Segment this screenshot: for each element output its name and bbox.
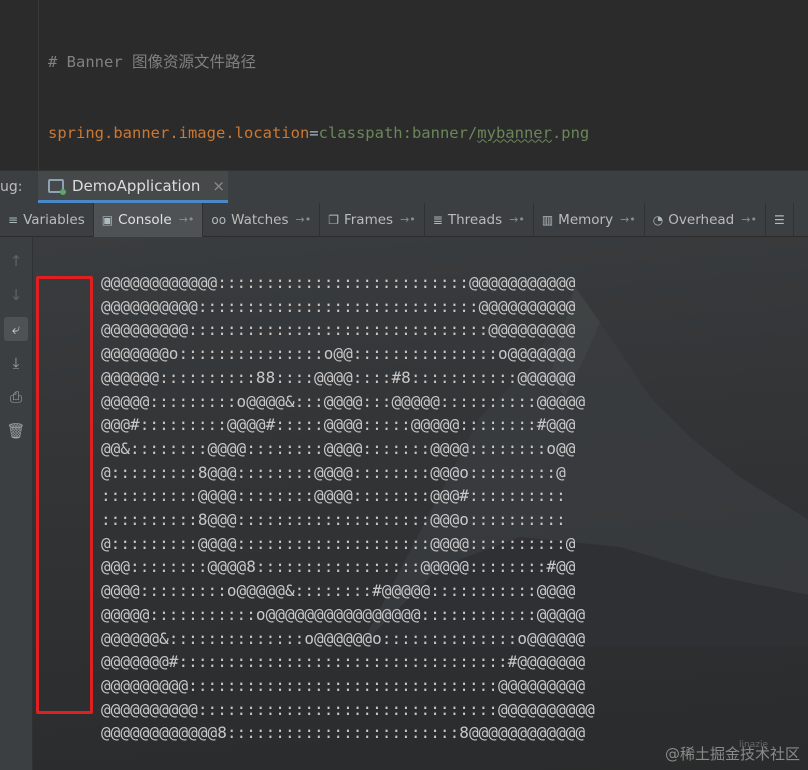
editor-pane[interactable]: # Banner 图像资源文件路径 spring.banner.image.lo… <box>0 0 808 353</box>
pin-icon[interactable]: →• <box>400 213 416 226</box>
console-icon: ▣ <box>101 212 114 227</box>
banner-line: @:::::::::8@@@::::::::@@@@::::::::@@@o::… <box>101 462 566 482</box>
tab-variables[interactable]: ≡ Variables <box>0 202 94 237</box>
tab-watches[interactable]: oo Watches →• <box>203 202 321 237</box>
editor-gutter-divider <box>38 0 39 170</box>
banner-line: @@@@@@@#::::::::::::::::::::::::::::::::… <box>101 652 586 672</box>
banner-line: ::::::::::@@@@::::::::@@@@::::::::@@@#::… <box>101 486 566 506</box>
close-icon[interactable]: × <box>212 177 225 195</box>
pin-icon[interactable]: →• <box>179 213 195 226</box>
banner-line: @@@@@@@@@:::::::::::::::::::::::::::::::… <box>101 320 576 340</box>
banner-line: @:::::::::@@@@::::::::::::::::::::@@@@::… <box>101 533 576 553</box>
console-left-toolbar: ↑ ↓ ⤶ ⤓ ⎙ 🗑 <box>0 237 33 770</box>
banner-line: @@@@@:::::::::o@@@@&:::@@@@:::@@@@@:::::… <box>101 391 586 411</box>
banner-line: @@@@@@@o:::::::::::::::o@@::::::::::::::… <box>101 344 576 364</box>
margin-highlight-box <box>36 276 93 714</box>
banner-line: @@@@@@@@@@@@8::::::::::::::::::::::::8@@… <box>101 723 586 743</box>
tab-frames[interactable]: ❐ Frames →• <box>320 202 425 237</box>
site-watermark: @稀土掘金技术社区 <box>664 745 800 763</box>
banner-line: @@@@@@@@@@::::::::::::::::::::::::::::::… <box>101 699 595 719</box>
code-comment: # Banner 图像资源文件路径 <box>48 53 256 71</box>
clear-all-icon[interactable]: 🗑 <box>4 419 28 443</box>
tab-threads[interactable]: ≣ Threads →• <box>425 202 534 237</box>
tab-console[interactable]: ▣ Console →• <box>93 202 204 237</box>
banner-line: @@@@@@@@@@@@::::::::::::::::::::::::::@@… <box>101 273 576 292</box>
banner-line: ::::::::::8@@@::::::::::::::::::::@@@o::… <box>101 510 566 530</box>
debug-label: ug: <box>0 179 23 195</box>
run-config-label: DemoApplication <box>72 176 201 195</box>
overhead-icon: ◔ <box>652 212 664 227</box>
banner-line: @@@@@@@@@@:::::::::::::::::::::::::::::@… <box>101 296 576 316</box>
application-icon <box>48 178 66 195</box>
scroll-up-icon[interactable]: ↑ <box>4 249 28 273</box>
debug-tabs-bar: ≡ Variables ▣ Console →• oo Watches →• ❐… <box>0 202 808 237</box>
banner-line: @@@::::::::@@@@8:::::::::::::::::@@@@@::… <box>101 557 576 577</box>
layout-settings-icon[interactable]: ☰ <box>766 202 794 237</box>
run-config-tab[interactable]: DemoApplication × <box>38 171 228 203</box>
threads-icon: ≣ <box>432 212 443 227</box>
pin-icon[interactable]: →• <box>620 213 636 226</box>
banner-line: @@@@:::::::::o@@@@@&::::::::#@@@@@::::::… <box>101 581 576 601</box>
banner-line: @@@@@@::::::::::88::::@@@@::::#8::::::::… <box>101 367 576 387</box>
pin-icon[interactable]: →• <box>295 213 311 226</box>
frames-icon: ❐ <box>328 212 339 227</box>
pin-icon[interactable]: →• <box>741 213 757 226</box>
banner-line: @@@@@@&::::::::::::::o@@@@@@o:::::::::::… <box>101 628 586 648</box>
watches-icon: oo <box>211 212 227 227</box>
print-icon[interactable]: ⎙ <box>4 385 28 409</box>
memory-icon: ▥ <box>541 212 554 227</box>
scroll-down-icon[interactable]: ↓ <box>4 283 28 307</box>
tab-memory[interactable]: ▥ Memory →• <box>534 202 645 237</box>
pin-icon[interactable]: →• <box>509 213 525 226</box>
variables-icon: ≡ <box>8 212 19 227</box>
banner-line: @@@#:::::::::@@@@#:::::@@@@:::::@@@@@:::… <box>101 415 576 435</box>
spellcheck-warning: mybanner <box>477 123 552 142</box>
code-line-location: spring.banner.image.location=classpath:b… <box>48 123 590 142</box>
banner-line: @@@@@@@@@:::::::::::::::::::::::::::::::… <box>101 675 586 695</box>
banner-line: @@@@@:::::::::::o@@@@@@@@@@@@@@@@:::::::… <box>101 604 586 624</box>
scroll-to-end-icon[interactable]: ⤓ <box>4 351 28 375</box>
soft-wrap-icon[interactable]: ⤶ <box>4 317 28 341</box>
tab-overhead[interactable]: ◔ Overhead →• <box>645 202 766 237</box>
banner-line: @@&::::::::@@@@::::::::@@@@:::::::@@@@::… <box>101 438 576 458</box>
debug-tool-window-header: ug: DemoApplication × <box>0 170 808 203</box>
ascii-banner-output: @@@@@@@@@@@@::::::::::::::::::::::::::@@… <box>101 271 595 745</box>
